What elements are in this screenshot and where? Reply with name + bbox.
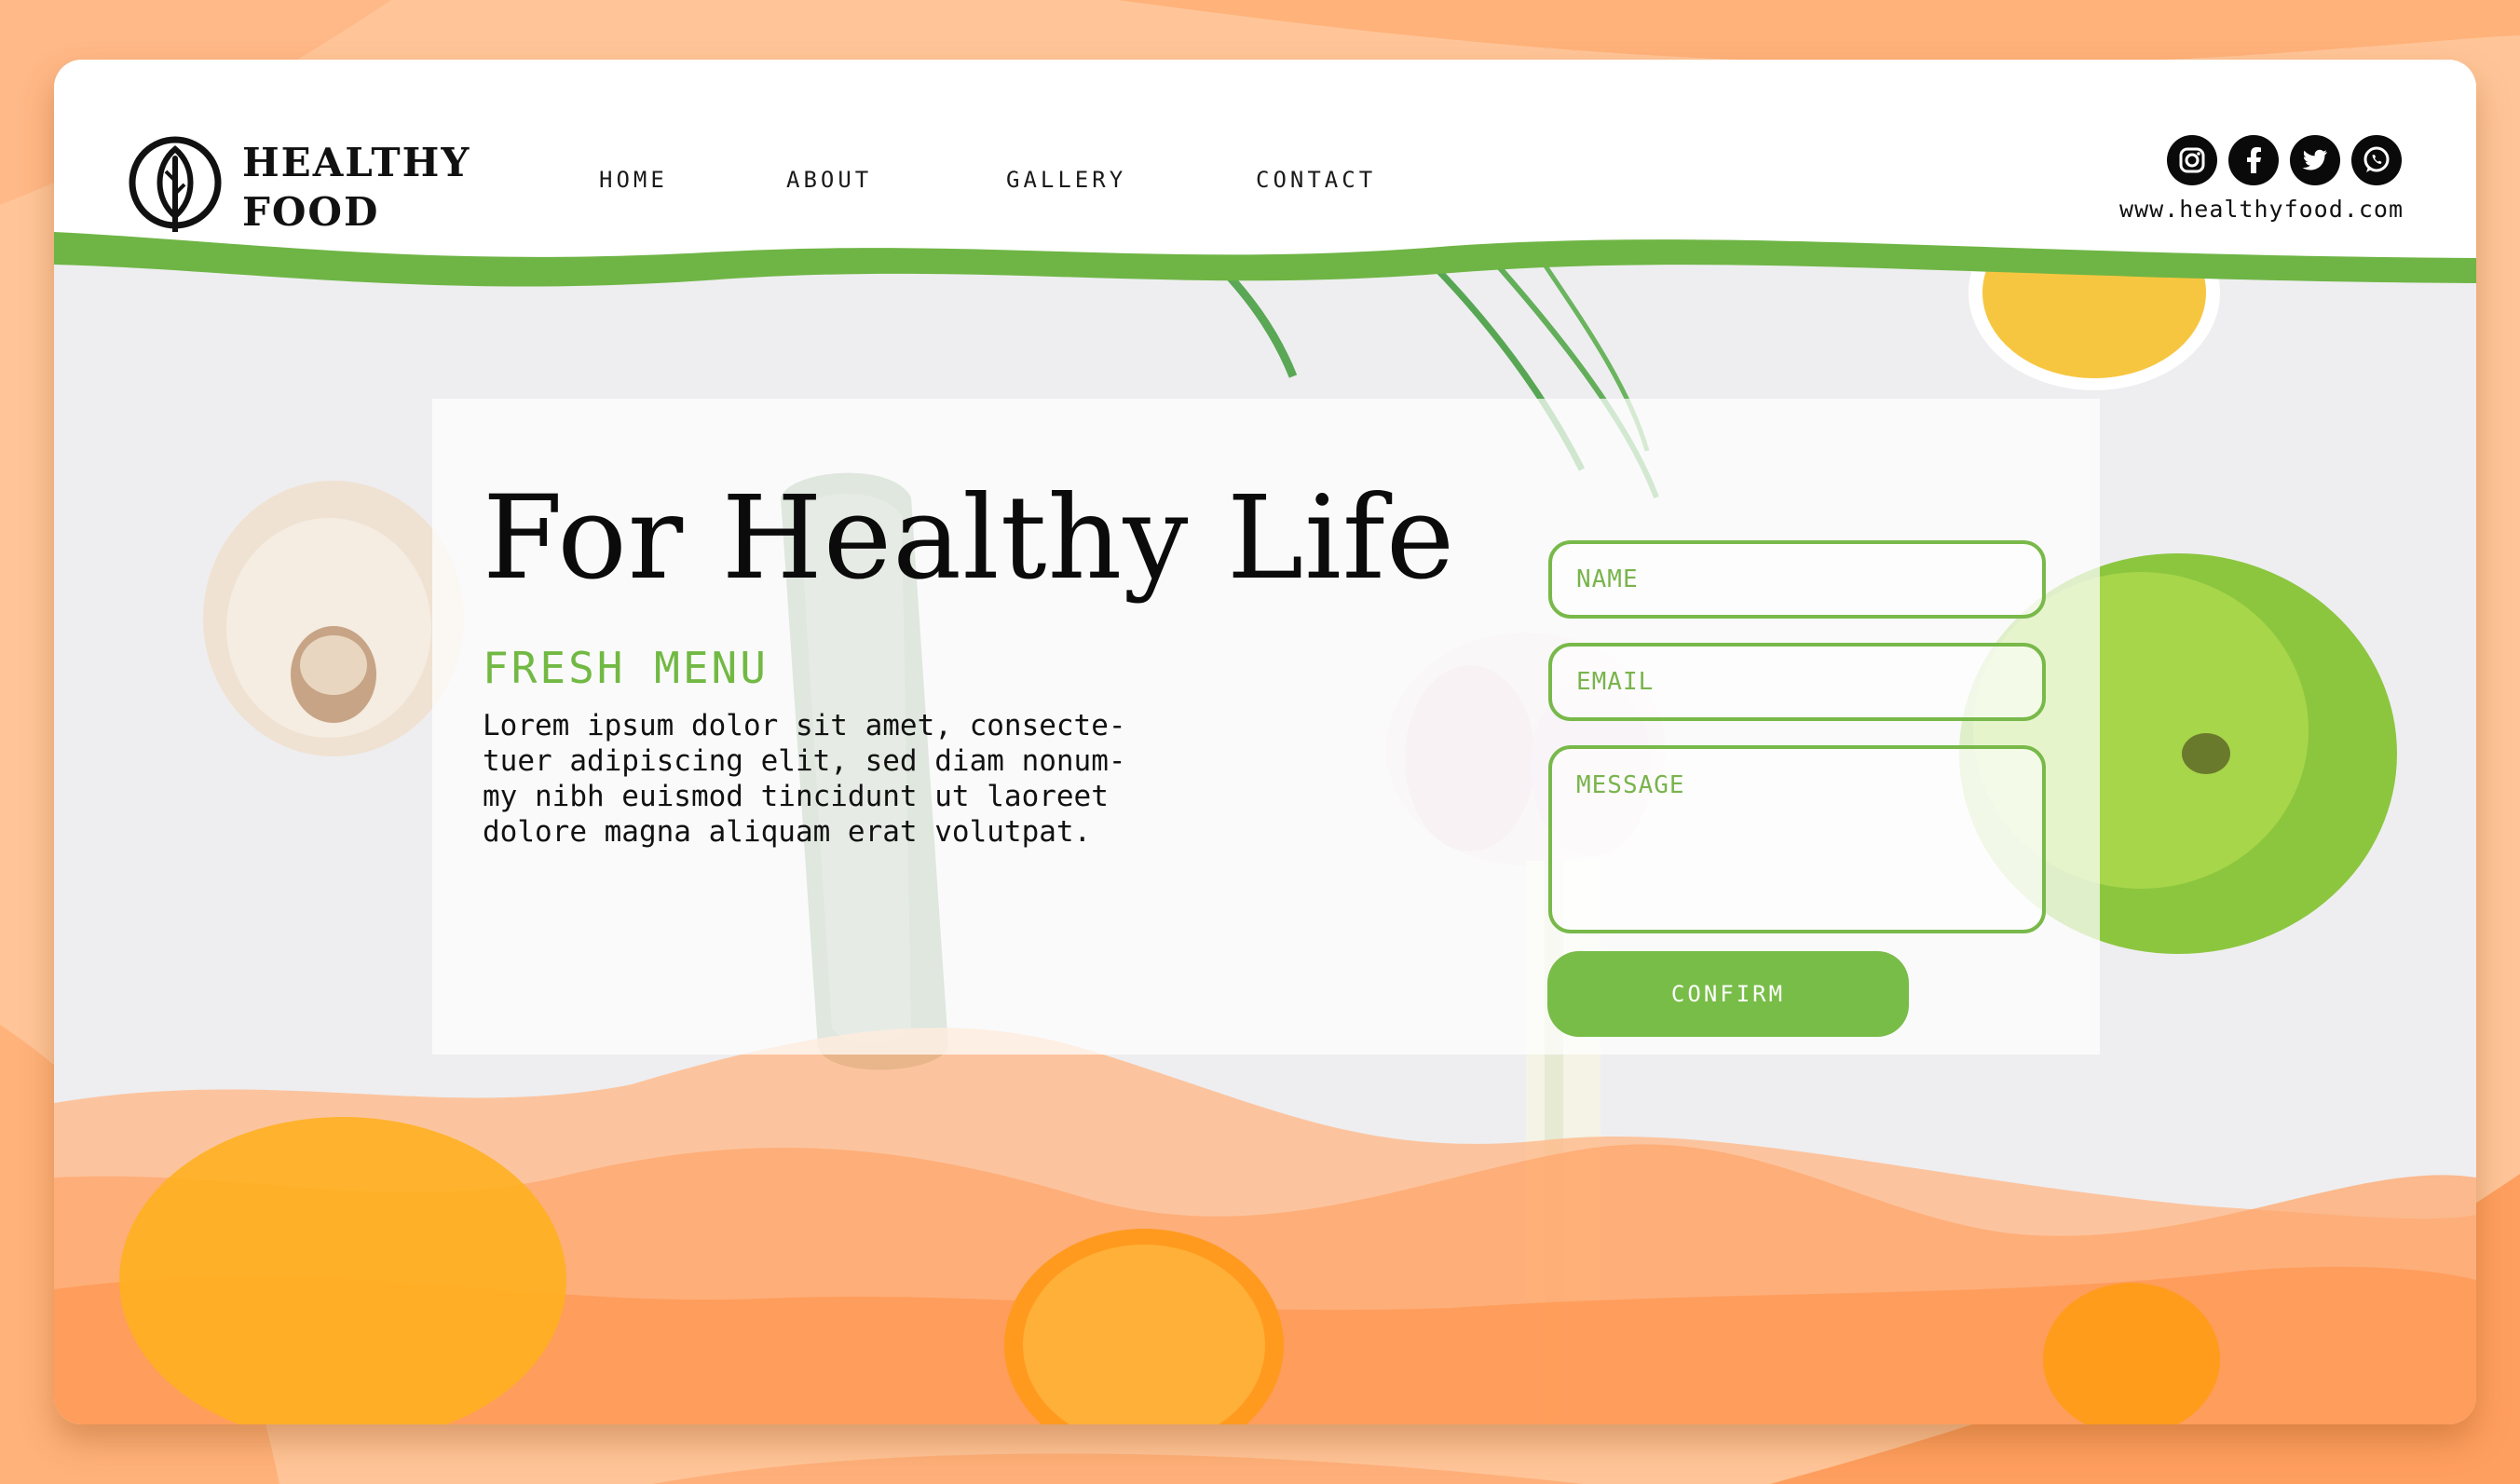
nav-item-gallery[interactable]: GALLERY (1006, 169, 1126, 191)
landing-card: HEALTHY FOOD HOME ABOUT GALLERY CONTACT (54, 60, 2476, 1424)
leaf-icon (129, 136, 222, 240)
hero-description-line: dolore magna aliquam erat volutpat. (483, 815, 1092, 849)
website-url: www.healthyfood.com (2119, 196, 2404, 223)
facebook-icon[interactable] (2228, 135, 2279, 185)
instagram-icon[interactable] (2167, 135, 2217, 185)
twitter-icon[interactable] (2290, 135, 2340, 185)
mushroom (203, 481, 464, 756)
brand-name-line-1: HEALTHY (242, 140, 471, 185)
whatsapp-icon[interactable] (2351, 135, 2402, 185)
hero-description-line: my nibh euismod tincidunt ut laoreet (483, 780, 1109, 813)
nav-item-home[interactable]: HOME (599, 169, 668, 191)
hero-description-line: tuer adipiscing elit, sed diam nonum- (483, 744, 1126, 778)
brand-name-line-2: FOOD (242, 189, 380, 235)
hero-title: For Healthy Life (483, 471, 1456, 606)
message-field[interactable] (1548, 745, 2046, 933)
header-wave-divider (54, 232, 2476, 287)
name-field[interactable] (1548, 540, 2046, 619)
hero-panel: For Healthy Life FRESH MENU Lorem ipsum … (432, 399, 2100, 1055)
nav-item-contact[interactable]: CONTACT (1256, 169, 1376, 191)
confirm-button[interactable]: CONFIRM (1547, 951, 1909, 1037)
hero-subtitle: FRESH MENU (483, 643, 769, 693)
email-field[interactable] (1548, 643, 2046, 721)
nav-item-about[interactable]: ABOUT (786, 169, 872, 191)
hero-description: Lorem ipsum dolor sit amet, consecte- tu… (483, 708, 1191, 850)
hero-description-line: Lorem ipsum dolor sit amet, consecte- (483, 709, 1126, 742)
